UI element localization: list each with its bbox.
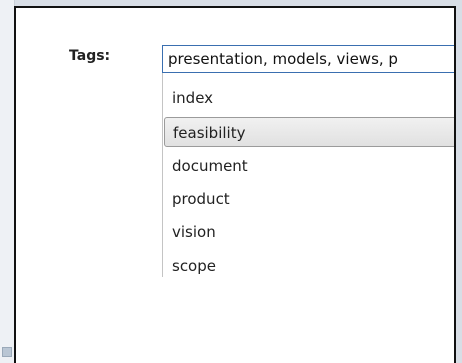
suggestion-item-index[interactable]: index <box>163 83 454 113</box>
tags-label: Tags: <box>69 48 111 64</box>
suggestion-item-document[interactable]: document <box>163 151 454 181</box>
tag-suggestions-list: index feasibility document product visio… <box>162 73 454 277</box>
suggestion-item-feasibility[interactable]: feasibility <box>164 117 454 147</box>
tags-dialog: Tags: index feasibility document product… <box>14 6 456 363</box>
background-window-edge <box>0 0 15 363</box>
suggestion-item-product[interactable]: product <box>163 184 454 214</box>
window-corner-icon <box>2 347 12 357</box>
suggestion-item-vision[interactable]: vision <box>163 217 454 247</box>
tags-input[interactable] <box>162 45 454 73</box>
suggestion-item-scope[interactable]: scope <box>163 251 454 281</box>
